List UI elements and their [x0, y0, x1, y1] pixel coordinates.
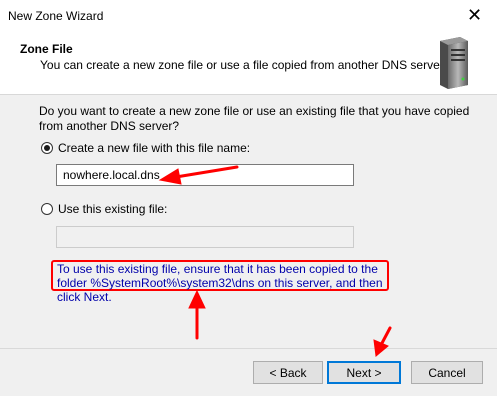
- server-icon: [440, 37, 468, 89]
- question-text: Do you want to create a new zone file or…: [39, 104, 470, 133]
- arrow-to-next: [373, 326, 392, 357]
- use-existing-radio[interactable]: [41, 203, 53, 215]
- existing-file-input: [56, 226, 354, 248]
- next-button[interactable]: Next >: [327, 361, 401, 384]
- wizard-header: Zone File You can create a new zone file…: [0, 31, 497, 95]
- title-bar: New Zone Wizard ✕: [0, 0, 497, 31]
- create-new-radio[interactable]: [41, 142, 53, 154]
- new-file-name-input[interactable]: [56, 164, 354, 186]
- footer-divider: [0, 348, 497, 349]
- use-existing-label[interactable]: Use this existing file:: [58, 202, 167, 216]
- page-subtitle: You can create a new zone file or use a …: [40, 58, 447, 72]
- create-new-label[interactable]: Create a new file with this file name:: [58, 141, 250, 155]
- existing-file-note: To use this existing file, ensure that i…: [57, 262, 383, 304]
- cancel-button[interactable]: Cancel: [411, 361, 483, 384]
- window-title: New Zone Wizard: [8, 9, 104, 23]
- back-button[interactable]: < Back: [253, 361, 323, 384]
- page-title: Zone File: [20, 42, 73, 56]
- close-button[interactable]: ✕: [452, 0, 497, 31]
